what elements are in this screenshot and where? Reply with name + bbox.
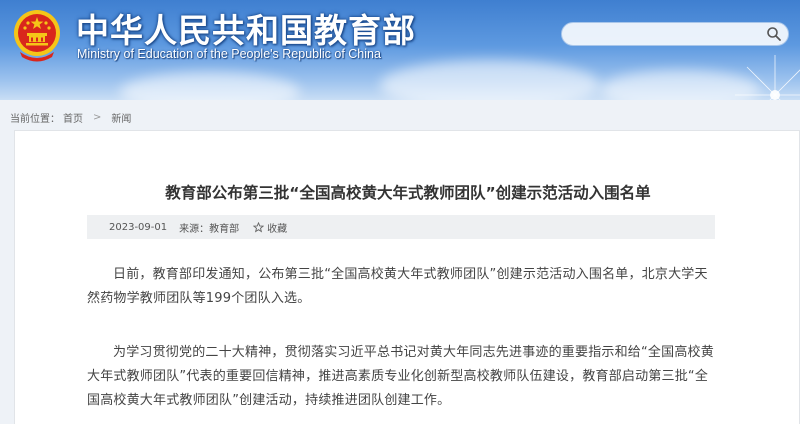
favorite-button[interactable]: 收藏: [253, 220, 287, 235]
star-icon: [253, 221, 265, 233]
search-input[interactable]: [572, 25, 760, 43]
breadcrumb-label: 当前位置：: [10, 113, 60, 125]
site-title-en[interactable]: Ministry of Education of the People's Re…: [77, 47, 381, 61]
article-card: 教育部公布第三批“全国高校黄大年式教师团队”创建示范活动入围名单 2023-09…: [14, 130, 800, 424]
search-box: [561, 22, 789, 46]
cloud-decoration: [380, 60, 600, 100]
breadcrumb: 当前位置： 首页 > 新闻: [10, 110, 131, 125]
article-paragraph: 日前，教育部印发通知，公布第三批“全国高校黄大年式教师团队”创建示范活动入围名单…: [87, 267, 708, 306]
dandelion-decoration-icon: [735, 55, 800, 100]
national-emblem-icon[interactable]: [12, 8, 62, 62]
breadcrumb-home-link[interactable]: 首页: [63, 110, 83, 125]
article-paragraph: 为学习贯彻党的二十大精神，贯彻落实习近平总书记对黄大年同志先进事迹的重要指示和给…: [87, 345, 714, 408]
article-source: 来源：教育部: [179, 223, 240, 235]
article-meta-bar: 2023-09-01 来源：教育部 收藏: [87, 215, 715, 239]
breadcrumb-news-link[interactable]: 新闻: [111, 110, 131, 125]
article-title: 教育部公布第三批“全国高校黄大年式教师团队”创建示范活动入围名单: [165, 184, 651, 202]
search-icon[interactable]: [766, 26, 782, 42]
site-title-cn[interactable]: 中华人民共和国教育部: [76, 4, 416, 52]
article-date: 2023-09-01: [109, 221, 168, 233]
favorite-label: 收藏: [267, 223, 288, 235]
chevron-right-icon: >: [93, 111, 102, 123]
site-header: 中华人民共和国教育部 Ministry of Education of the …: [0, 0, 800, 100]
cloud-decoration: [120, 72, 300, 100]
